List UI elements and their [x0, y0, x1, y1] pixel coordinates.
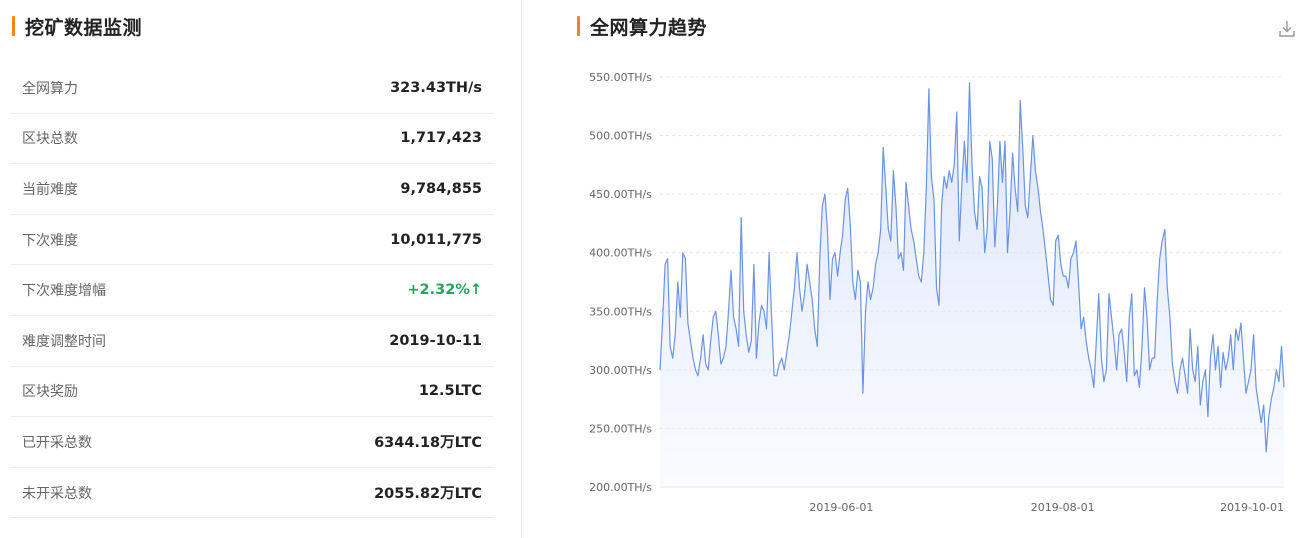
stat-label: 全网算力 — [22, 80, 78, 97]
stat-row-adjust-time: 难度调整时间 2019-10-11 — [10, 316, 494, 367]
mining-stats-list: 全网算力 323.43TH/s 区块总数 1,717,423 当前难度 9,78… — [10, 63, 494, 519]
stat-label: 未开采总数 — [22, 485, 92, 502]
hashrate-trend-chart: 550.00TH/s 500.00TH/s 450.00TH/s 400.00TH/s… — [589, 71, 1285, 514]
download-button[interactable] — [1276, 18, 1298, 40]
stat-value: 2055.82万LTC — [374, 486, 482, 503]
y-tick-label: 550.00TH/s — [589, 71, 652, 84]
stat-row-difficulty-change: 下次难度增幅 +2.32%↑ — [10, 265, 494, 316]
stat-label: 已开采总数 — [22, 434, 92, 451]
stat-label: 下次难度 — [22, 232, 78, 249]
stat-row-unmined-total: 未开采总数 2055.82万LTC — [10, 468, 494, 519]
x-tick-label: 2019-06-01 — [809, 501, 873, 514]
stat-label: 区块奖励 — [22, 384, 78, 401]
y-tick-label: 250.00TH/s — [589, 422, 652, 435]
stat-row-current-difficulty: 当前难度 9,784,855 — [10, 164, 494, 215]
x-tick-label: 2019-08-01 — [1031, 501, 1095, 514]
download-icon — [1279, 21, 1295, 37]
mining-data-panel: 挖矿数据监测 全网算力 323.43TH/s 区块总数 1,717,423 当前… — [0, 0, 522, 538]
hashrate-trend-panel: 全网算力趋势 550.00TH/s 500.00TH/s 450.00TH/s 400… — [550, 0, 1312, 538]
x-tick-label: 2019-10-01 — [1220, 501, 1284, 514]
stat-value: 323.43TH/s — [390, 79, 482, 96]
y-axis-ticks: 550.00TH/s 500.00TH/s 450.00TH/s 400.00TH/s… — [589, 71, 652, 494]
stat-row-block-reward: 区块奖励 12.5LTC — [10, 367, 494, 418]
chart-series — [659, 82, 1285, 488]
stat-value: 12.5LTC — [418, 383, 482, 400]
hashrate-panel-header: 全网算力趋势 — [577, 13, 707, 39]
y-tick-label: 300.00TH/s — [589, 364, 652, 377]
stat-label: 下次难度增幅 — [22, 283, 106, 300]
stat-value: 6344.18万LTC — [374, 435, 482, 452]
mining-panel-header: 挖矿数据监测 — [12, 13, 142, 39]
stat-value: 2019-10-11 — [389, 332, 482, 349]
y-tick-label: 400.00TH/s — [589, 247, 652, 260]
stat-label: 区块总数 — [22, 131, 78, 148]
y-tick-label: 500.00TH/s — [589, 130, 652, 143]
stat-value: 9,784,855 — [400, 180, 482, 197]
y-tick-label: 200.00TH/s — [589, 481, 652, 494]
stat-label: 当前难度 — [22, 181, 78, 198]
stat-row-mined-total: 已开采总数 6344.18万LTC — [10, 417, 494, 468]
title-accent-bar — [577, 16, 580, 36]
stat-value: 1,717,423 — [400, 130, 482, 147]
stat-row-hashrate: 全网算力 323.43TH/s — [10, 63, 494, 114]
x-axis-ticks: 2019-06-01 2019-08-01 2019-10-01 — [809, 501, 1284, 514]
stat-label: 难度调整时间 — [22, 333, 106, 350]
stat-value: 10,011,775 — [390, 231, 482, 248]
mining-panel-title: 挖矿数据监测 — [25, 16, 143, 39]
stat-row-block-count: 区块总数 1,717,423 — [10, 114, 494, 165]
y-tick-label: 450.00TH/s — [589, 188, 652, 201]
title-accent-bar — [12, 16, 15, 36]
hashrate-panel-title: 全网算力趋势 — [590, 16, 708, 39]
stat-value-positive: +2.32%↑ — [407, 282, 482, 299]
y-tick-label: 350.00TH/s — [589, 305, 652, 318]
stat-row-next-difficulty: 下次难度 10,011,775 — [10, 215, 494, 266]
